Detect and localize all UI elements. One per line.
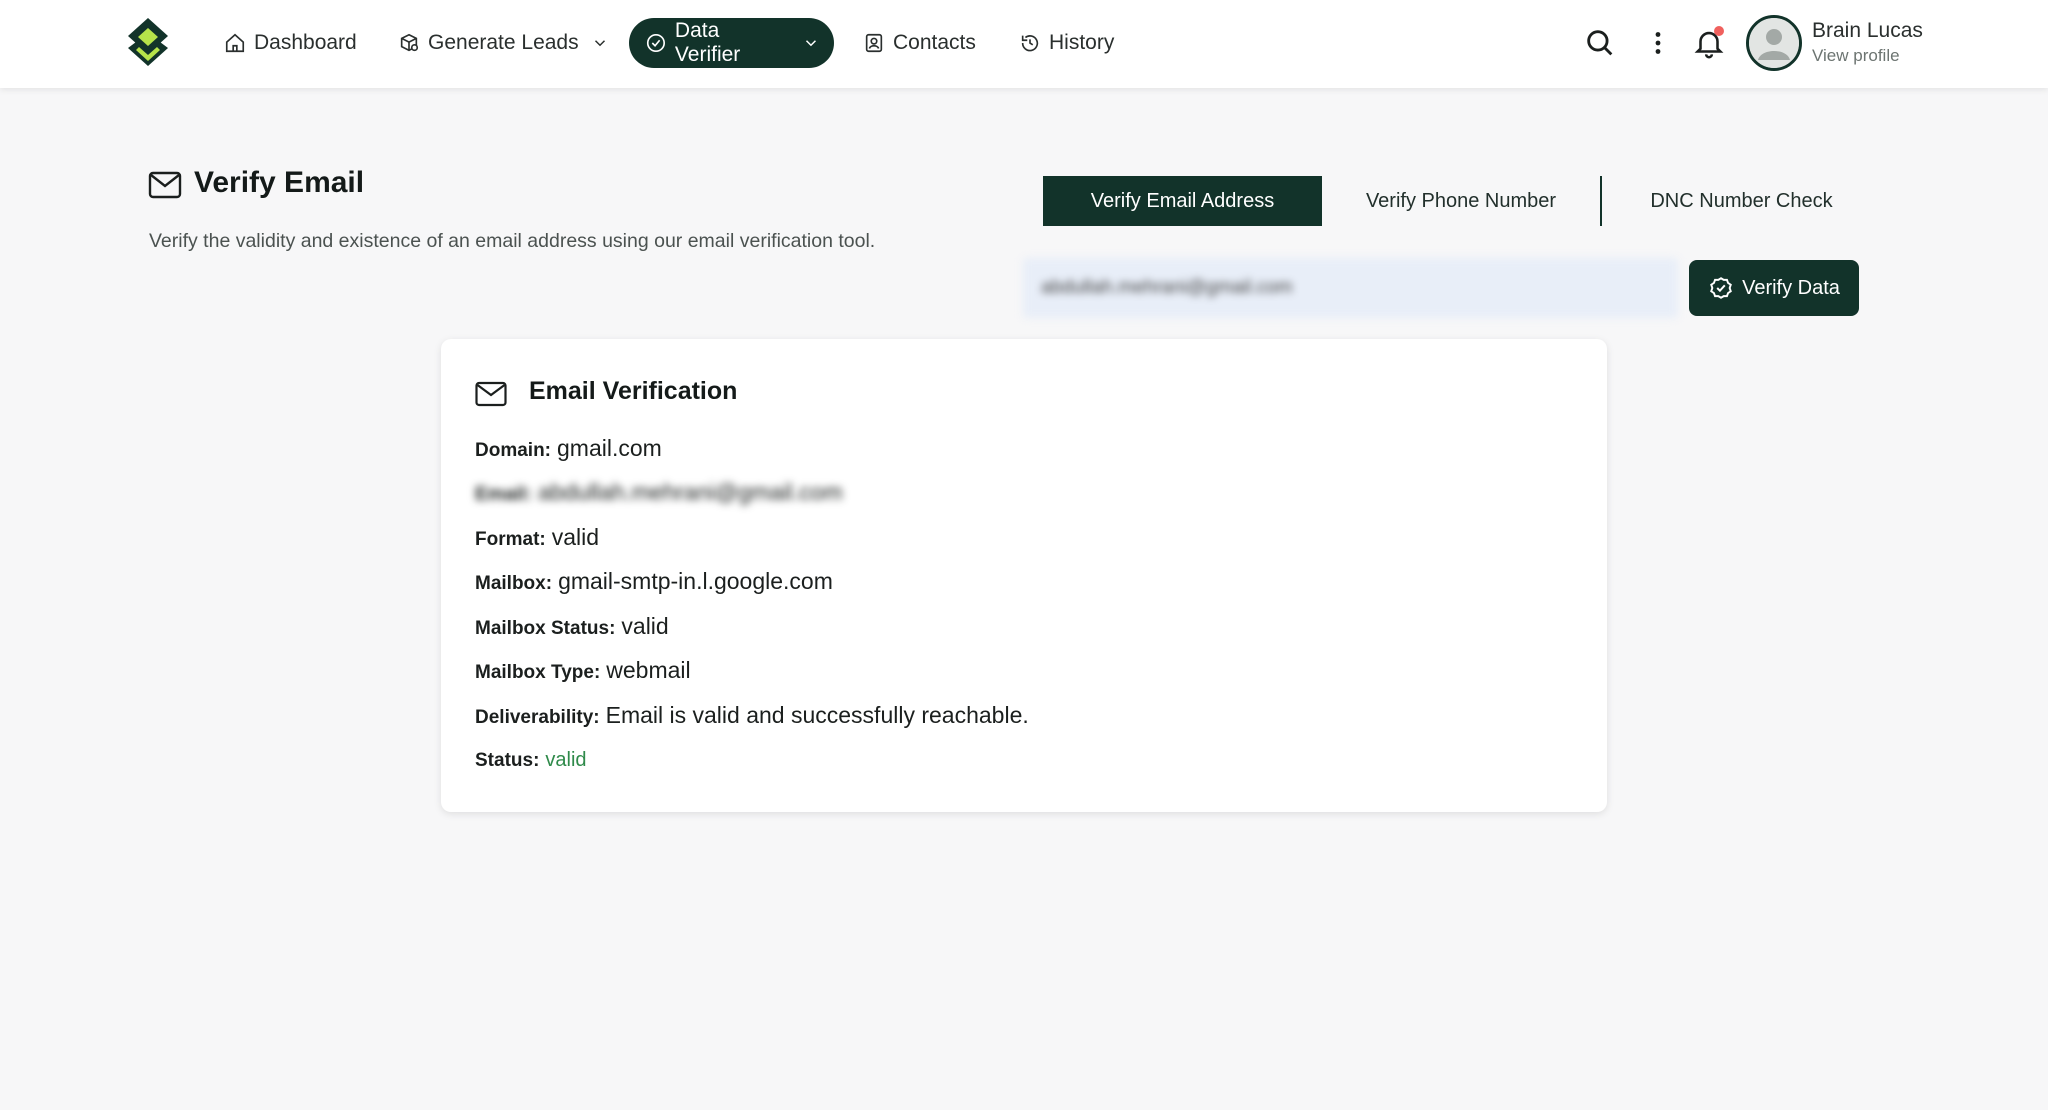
nav-item-label: Contacts (893, 31, 976, 54)
result-label: Domain: (475, 440, 551, 461)
search-button[interactable] (1583, 26, 1617, 60)
leads-icon (400, 33, 419, 52)
nav-item-label: Data Verifier (674, 19, 741, 66)
result-row-mailbox: Mailbox: gmail-smtp-in.l.google.com (475, 568, 833, 595)
brand-logo-icon[interactable] (124, 16, 172, 70)
check-circle-icon (646, 33, 666, 53)
result-row-domain: Domain: gmail.com (475, 435, 662, 462)
user-name: Brain Lucas (1812, 19, 1923, 42)
result-label: Mailbox: (475, 573, 553, 594)
nav-item-label: History (1049, 31, 1115, 54)
result-value: valid (621, 613, 669, 639)
page-title: Verify Email (194, 166, 365, 199)
page-description: Verify the validity and existence of an … (149, 230, 876, 252)
history-icon (1021, 35, 1039, 52)
result-label: Mailbox Status: (475, 618, 616, 639)
verify-data-label: Verify Data (1742, 276, 1840, 299)
tab-dnc-check[interactable]: DNC Number Check (1602, 176, 1881, 226)
tab-verify-email[interactable]: Verify Email Address (1043, 176, 1322, 226)
result-value: webmail (606, 657, 691, 683)
chevron-down-icon (594, 40, 605, 47)
result-value: abdullah.mehrani@gmail.com (538, 479, 843, 505)
vertical-dots-icon (1655, 32, 1661, 54)
search-icon (1587, 30, 1613, 56)
nav-item-label: Dashboard (254, 31, 357, 54)
result-label: Status: (475, 750, 540, 771)
nav-item-label: Generate Leads (428, 31, 579, 54)
result-label: Email: (475, 484, 533, 505)
chevron-down-icon (806, 40, 817, 47)
result-value: Email is valid and successfully reachabl… (605, 702, 1029, 728)
status-badge: valid (545, 749, 587, 771)
card-title: Email Verification (529, 377, 738, 405)
result-label: Deliverability: (475, 707, 600, 728)
nav-item-contacts[interactable]: Contacts (849, 18, 990, 68)
result-label: Mailbox Type: (475, 662, 601, 683)
mail-icon (148, 170, 182, 200)
email-input[interactable] (1023, 258, 1678, 318)
verify-data-button[interactable]: Verify Data (1689, 260, 1859, 316)
nav-item-history[interactable]: History (1005, 18, 1128, 68)
result-row-mailbox-type: Mailbox Type: webmail (475, 657, 691, 684)
mail-icon (475, 381, 507, 407)
more-options-button[interactable] (1641, 26, 1675, 60)
top-navigation-bar: Dashboard Generate Leads Data Verifier C… (0, 0, 2048, 88)
home-icon (225, 33, 245, 53)
contact-icon (865, 33, 883, 53)
nav-item-data-verifier[interactable]: Data Verifier (629, 18, 834, 68)
result-value: gmail-smtp-in.l.google.com (558, 568, 833, 594)
notifications-button[interactable] (1692, 26, 1726, 60)
result-label: Format: (475, 529, 546, 550)
result-value: gmail.com (557, 435, 662, 461)
result-row-status: Status: valid (475, 749, 587, 772)
notification-dot (1714, 26, 1724, 36)
tab-verify-phone[interactable]: Verify Phone Number (1322, 176, 1600, 226)
verification-tabs: Verify Email Address Verify Phone Number… (1043, 176, 1881, 226)
avatar[interactable] (1746, 15, 1802, 71)
user-avatar-icon (1749, 18, 1799, 68)
view-profile-link[interactable]: View profile (1812, 46, 1900, 66)
result-row-mailbox-status: Mailbox Status: valid (475, 613, 669, 640)
result-row-email: Email: abdullah.mehrani@gmail.com (475, 479, 843, 506)
nav-item-dashboard[interactable]: Dashboard (210, 18, 371, 68)
check-circle-icon (1710, 277, 1732, 299)
result-value: valid (551, 524, 600, 550)
result-row-deliverability: Deliverability: Email is valid and succe… (475, 702, 1029, 729)
email-verification-card: Email Verification Domain: gmail.com Ema… (441, 339, 1607, 812)
result-row-format: Format: valid (475, 524, 599, 551)
nav-item-generate-leads[interactable]: Generate Leads (384, 18, 623, 68)
